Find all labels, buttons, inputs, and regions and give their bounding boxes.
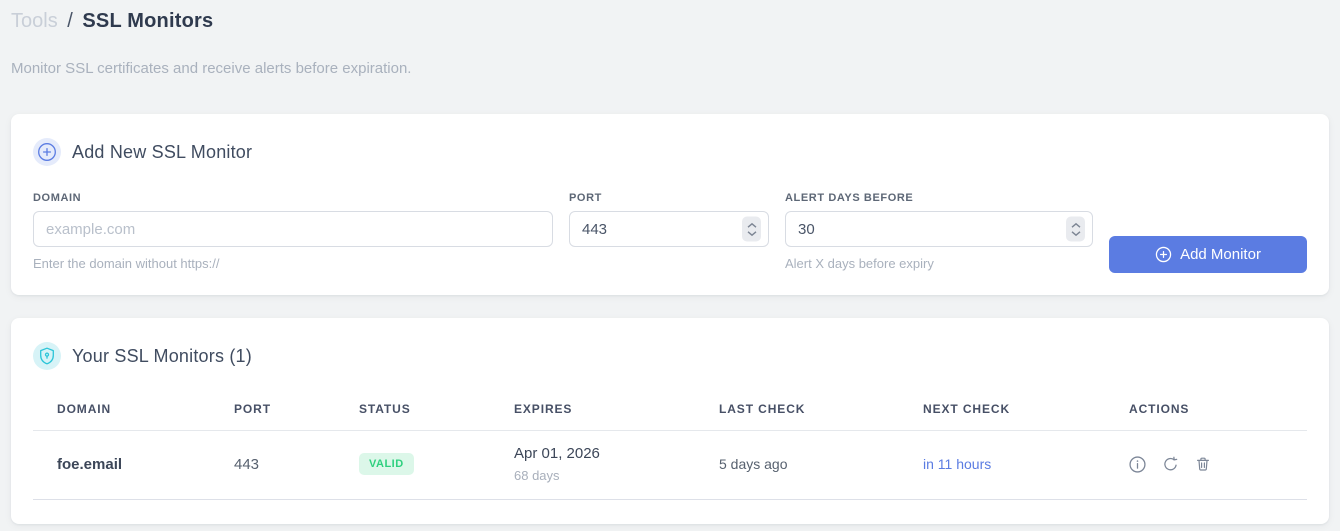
page-title: SSL Monitors [82,10,214,32]
add-monitor-card: Add New SSL Monitor DOMAIN Enter the dom… [11,114,1329,295]
chevron-up-icon [747,222,756,228]
cell-domain: foe.email [33,430,210,500]
cell-next-check: in 11 hours [899,430,1105,500]
table-row: foe.email 443 VALID Apr 01, 2026 68 days… [33,430,1307,500]
monitors-card-header: Your SSL Monitors (1) [33,342,1307,370]
breadcrumb-tools-link[interactable]: Tools [11,10,58,32]
col-header-domain: DOMAIN [33,396,210,431]
cell-port: 443 [210,430,335,500]
expires-days-remaining: 68 days [514,468,560,483]
add-card-title: Add New SSL Monitor [72,141,253,162]
alert-days-stepper[interactable] [1066,216,1085,242]
breadcrumb-separator: / [67,10,73,32]
add-monitor-form: DOMAIN Enter the domain without https://… [33,192,1307,273]
domain-input[interactable] [33,211,553,247]
add-monitor-button-label: Add Monitor [1180,246,1261,263]
shield-lock-icon [33,342,61,370]
col-header-port: PORT [210,396,335,431]
info-icon[interactable] [1129,455,1146,473]
chevron-down-icon [1071,230,1080,236]
port-stepper[interactable] [742,216,761,242]
add-card-header: Add New SSL Monitor [33,138,1307,166]
trash-icon[interactable] [1195,456,1211,472]
col-header-status: STATUS [335,396,490,431]
alert-days-helper-text: Alert X days before expiry [785,256,934,271]
domain-helper-text: Enter the domain without https:// [33,256,220,271]
alert-days-input[interactable] [785,211,1093,247]
col-header-actions: ACTIONS [1105,396,1307,431]
cell-status: VALID [335,430,490,500]
col-header-last-check: LAST CHECK [695,396,899,431]
monitors-card-title: Your SSL Monitors (1) [72,345,252,366]
cell-last-check: 5 days ago [695,430,899,500]
table-header-row: DOMAIN PORT STATUS EXPIRES LAST CHECK NE… [33,396,1307,431]
monitors-list-card: Your SSL Monitors (1) DOMAIN PORT STATUS… [11,318,1329,524]
port-input[interactable] [569,211,769,247]
chevron-up-icon [1071,222,1080,228]
col-header-next-check: NEXT CHECK [899,396,1105,431]
page-subtitle: Monitor SSL certificates and receive ale… [11,60,412,77]
port-label: PORT [569,192,602,204]
chevron-down-icon [747,230,756,236]
alert-days-label: ALERT DAYS BEFORE [785,192,914,204]
alert-days-field-group: ALERT DAYS BEFORE Alert X days before ex… [785,192,1093,271]
ssl-monitors-page: Tools / SSL Monitors Monitor SSL certifi… [0,0,1340,524]
plus-circle-icon [1155,246,1172,263]
add-monitor-button[interactable]: Add Monitor [1109,236,1307,273]
domain-label: DOMAIN [33,192,82,204]
plus-circle-icon [33,138,61,166]
monitors-table: DOMAIN PORT STATUS EXPIRES LAST CHECK NE… [33,396,1307,500]
port-field-group: PORT [569,192,769,247]
col-header-expires: EXPIRES [490,396,695,431]
domain-field-group: DOMAIN Enter the domain without https:// [33,192,553,271]
expires-date: Apr 01, 2026 [514,445,600,462]
refresh-icon[interactable] [1162,456,1179,473]
breadcrumb: Tools / SSL Monitors [11,8,1329,34]
cell-expires: Apr 01, 2026 68 days [490,430,695,500]
cell-actions [1105,430,1307,500]
status-badge: VALID [359,453,414,475]
